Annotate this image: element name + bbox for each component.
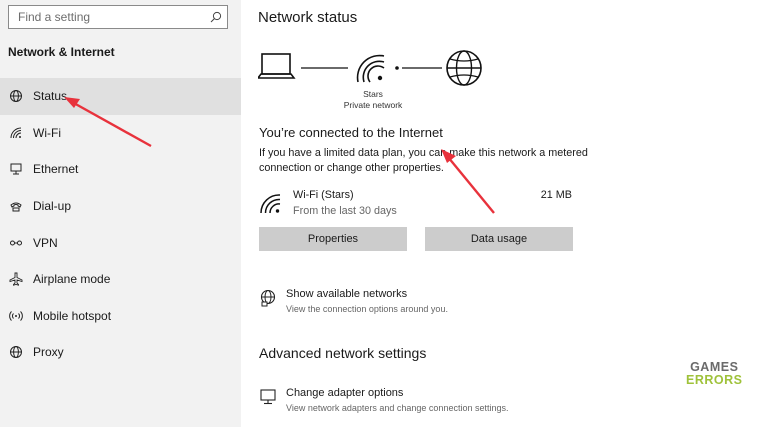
sidebar-item-label: Dial-up [33, 199, 72, 214]
show-available-networks-link[interactable]: Show available networks View the connect… [258, 287, 658, 319]
sidebar-item-label: Status [33, 89, 68, 104]
link-subtitle: View the connection options around you. [286, 304, 448, 314]
sidebar-item-label: Ethernet [33, 162, 79, 177]
connection-dot [395, 66, 399, 70]
search-box[interactable]: Find a setting [8, 5, 228, 29]
usage-period: From the last 30 days [293, 205, 397, 217]
change-adapter-options-link[interactable]: Change adapter options View network adap… [258, 386, 658, 418]
network-type: Private network [343, 100, 403, 110]
page-title: Network status [258, 9, 358, 26]
network-name: Stars [363, 89, 383, 99]
sidebar-item-label: Proxy [33, 345, 64, 360]
diagram-caption: Stars Private network [338, 89, 408, 111]
link-title[interactable]: Change adapter options [286, 387, 403, 399]
sidebar-item-status[interactable]: Status [0, 78, 241, 115]
dialup-icon [8, 198, 24, 214]
network-globe-icon [260, 289, 276, 307]
link-title[interactable]: Show available networks [286, 288, 407, 300]
wifi-icon [8, 125, 24, 141]
airplane-icon [8, 271, 24, 287]
laptop-icon [258, 53, 296, 79]
advanced-heading: Advanced network settings [259, 345, 427, 361]
ethernet-icon [8, 161, 24, 177]
sidebar-item-ethernet[interactable]: Ethernet [0, 151, 241, 188]
connected-description: If you have a limited data plan, you can… [259, 147, 588, 174]
sidebar-item-label: Mobile hotspot [33, 308, 112, 323]
section-title: Network & Internet [8, 45, 115, 59]
sidebar-item-wifi[interactable]: Wi-Fi [0, 115, 241, 152]
sidebar-item-label: VPN [33, 235, 58, 250]
sidebar-item-label: Wi-Fi [33, 125, 61, 140]
sidebar-item-proxy[interactable]: Proxy [0, 334, 241, 371]
internet-globe-icon [446, 50, 482, 86]
adapter-monitor-icon [260, 389, 276, 405]
globe-icon [8, 344, 24, 360]
settings-window: Find a setting Network & Internet Status… [0, 0, 768, 427]
wifi-signal-icon [356, 54, 385, 83]
sidebar: Find a setting Network & Internet Status… [0, 0, 241, 427]
sidebar-item-vpn[interactable]: VPN [0, 224, 241, 261]
search-icon[interactable] [205, 6, 227, 28]
watermark-logo: GAMES ERRORS [686, 361, 742, 387]
search-input[interactable]: Find a setting [9, 10, 205, 24]
sidebar-item-dialup[interactable]: Dial-up [0, 188, 241, 225]
main-content: Network status Stars Private network You… [258, 0, 758, 427]
data-usage-button[interactable]: Data usage [425, 227, 573, 251]
globe-status-icon [8, 88, 24, 104]
sidebar-item-mobile-hotspot[interactable]: Mobile hotspot [0, 298, 241, 335]
vpn-icon [8, 235, 24, 251]
usage-amount: 21 MB [540, 189, 572, 201]
data-usage-summary: Wi-Fi (Stars) From the last 30 days 21 M… [258, 186, 574, 220]
sidebar-item-label: Airplane mode [33, 272, 111, 287]
sidebar-item-airplane-mode[interactable]: Airplane mode [0, 261, 241, 298]
wifi-icon [260, 194, 281, 214]
hotspot-icon [8, 308, 24, 324]
sidebar-nav: Status Wi-Fi Ethernet Dial-up VPN Airpla… [0, 78, 241, 371]
link-subtitle: View network adapters and change connect… [286, 403, 509, 413]
connected-heading: You’re connected to the Internet [259, 125, 443, 140]
properties-button[interactable]: Properties [259, 227, 407, 251]
watermark-line-2: ERRORS [686, 373, 743, 387]
usage-network-name: Wi-Fi (Stars) [293, 189, 354, 201]
